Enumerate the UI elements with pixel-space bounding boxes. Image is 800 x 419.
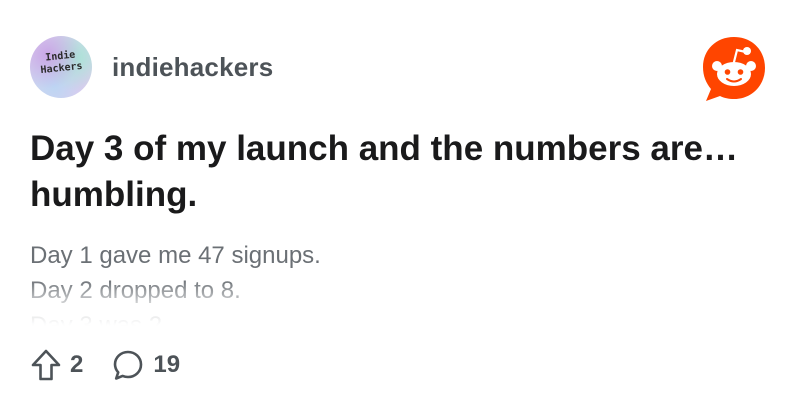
post-body-line: Day 3 was 2. <box>30 312 169 330</box>
upvote-arrow-icon <box>31 349 61 381</box>
post-footer: 2 19 <box>30 346 180 384</box>
reddit-snoo-icon <box>703 37 765 101</box>
post-body-preview: Day 1 gave me 47 signups. Day 2 dropped … <box>30 238 770 330</box>
community-avatar[interactable]: Indie Hackers <box>30 36 92 98</box>
community-name[interactable]: indiehackers <box>112 52 273 83</box>
post-title[interactable]: Day 3 of my launch and the numbers are… … <box>30 126 770 218</box>
post-body-line: Day 2 dropped to 8. <box>30 277 241 304</box>
post-header: Indie Hackers indiehackers <box>30 36 273 98</box>
community-logo-text: Indie Hackers <box>40 49 84 77</box>
comment-bubble-icon <box>114 350 143 380</box>
comment-count: 19 <box>153 351 181 378</box>
comments-button[interactable]: 19 <box>111 348 180 382</box>
post-body-line: Day 1 gave me 47 signups. <box>30 242 321 269</box>
upvote-count: 2 <box>70 351 84 378</box>
upvote-button[interactable]: 2 <box>30 348 83 382</box>
